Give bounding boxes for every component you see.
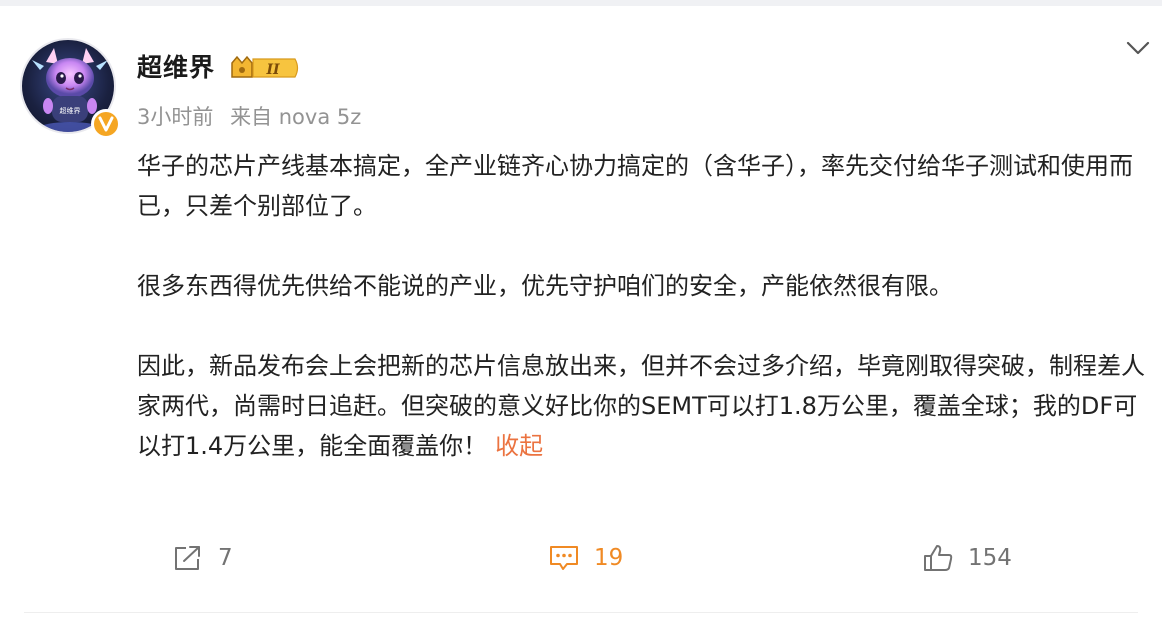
post-source: 来自 nova 5z (230, 105, 362, 129)
avatar-container[interactable]: 超维界 (20, 38, 121, 139)
chevron-down-icon[interactable] (1124, 36, 1152, 60)
bottom-divider (24, 612, 1138, 613)
post-content: 华子的芯片产线基本搞定，全产业链齐心协力搞定的（含华子），率先交付给华子测试和使… (137, 146, 1157, 466)
post-paragraph-last: 因此，新品发布会上会把新的芯片信息放出来，但并不会过多介绍，毕竟刚取得突破，制程… (137, 346, 1157, 466)
orange-v-icon (91, 109, 121, 139)
post-paragraph: 华子的芯片产线基本搞定，全产业链齐心协力搞定的（含华子），率先交付给华子测试和使… (137, 152, 1133, 220)
comment-icon (550, 546, 578, 570)
post-paragraph: 很多东西得优先供给不能说的产业，优先守护咱们的安全，产能依然很有限。 (137, 272, 953, 300)
thumbs-up-icon (924, 545, 953, 571)
action-bar: 7 19 154 (0, 536, 1162, 580)
collapse-link[interactable]: 收起 (495, 432, 543, 460)
repost-count: 7 (218, 545, 233, 571)
vip-level-badge[interactable]: II (229, 53, 301, 83)
post-card: 超维界 超维界 II 3小时前 来自 nova 5z 华子的芯片产线基本搞定，全 (0, 6, 1162, 619)
comment-button[interactable]: 19 (548, 536, 623, 580)
like-count: 154 (968, 545, 1012, 571)
avatar-caption: 超维界 (60, 106, 81, 115)
repost-icon (175, 546, 200, 570)
vip-level-text: II (265, 62, 280, 78)
author-name[interactable]: 超维界 (137, 48, 215, 84)
post-meta: 3小时前 来自 nova 5z (137, 101, 371, 131)
repost-button[interactable]: 7 (172, 536, 233, 580)
post-paragraph-text: 因此，新品发布会上会把新的芯片信息放出来，但并不会过多介绍，毕竟刚取得突破，制程… (137, 352, 1145, 460)
post-time[interactable]: 3小时前 (137, 105, 213, 129)
comment-count: 19 (594, 545, 624, 571)
like-button[interactable]: 154 (922, 536, 1012, 580)
